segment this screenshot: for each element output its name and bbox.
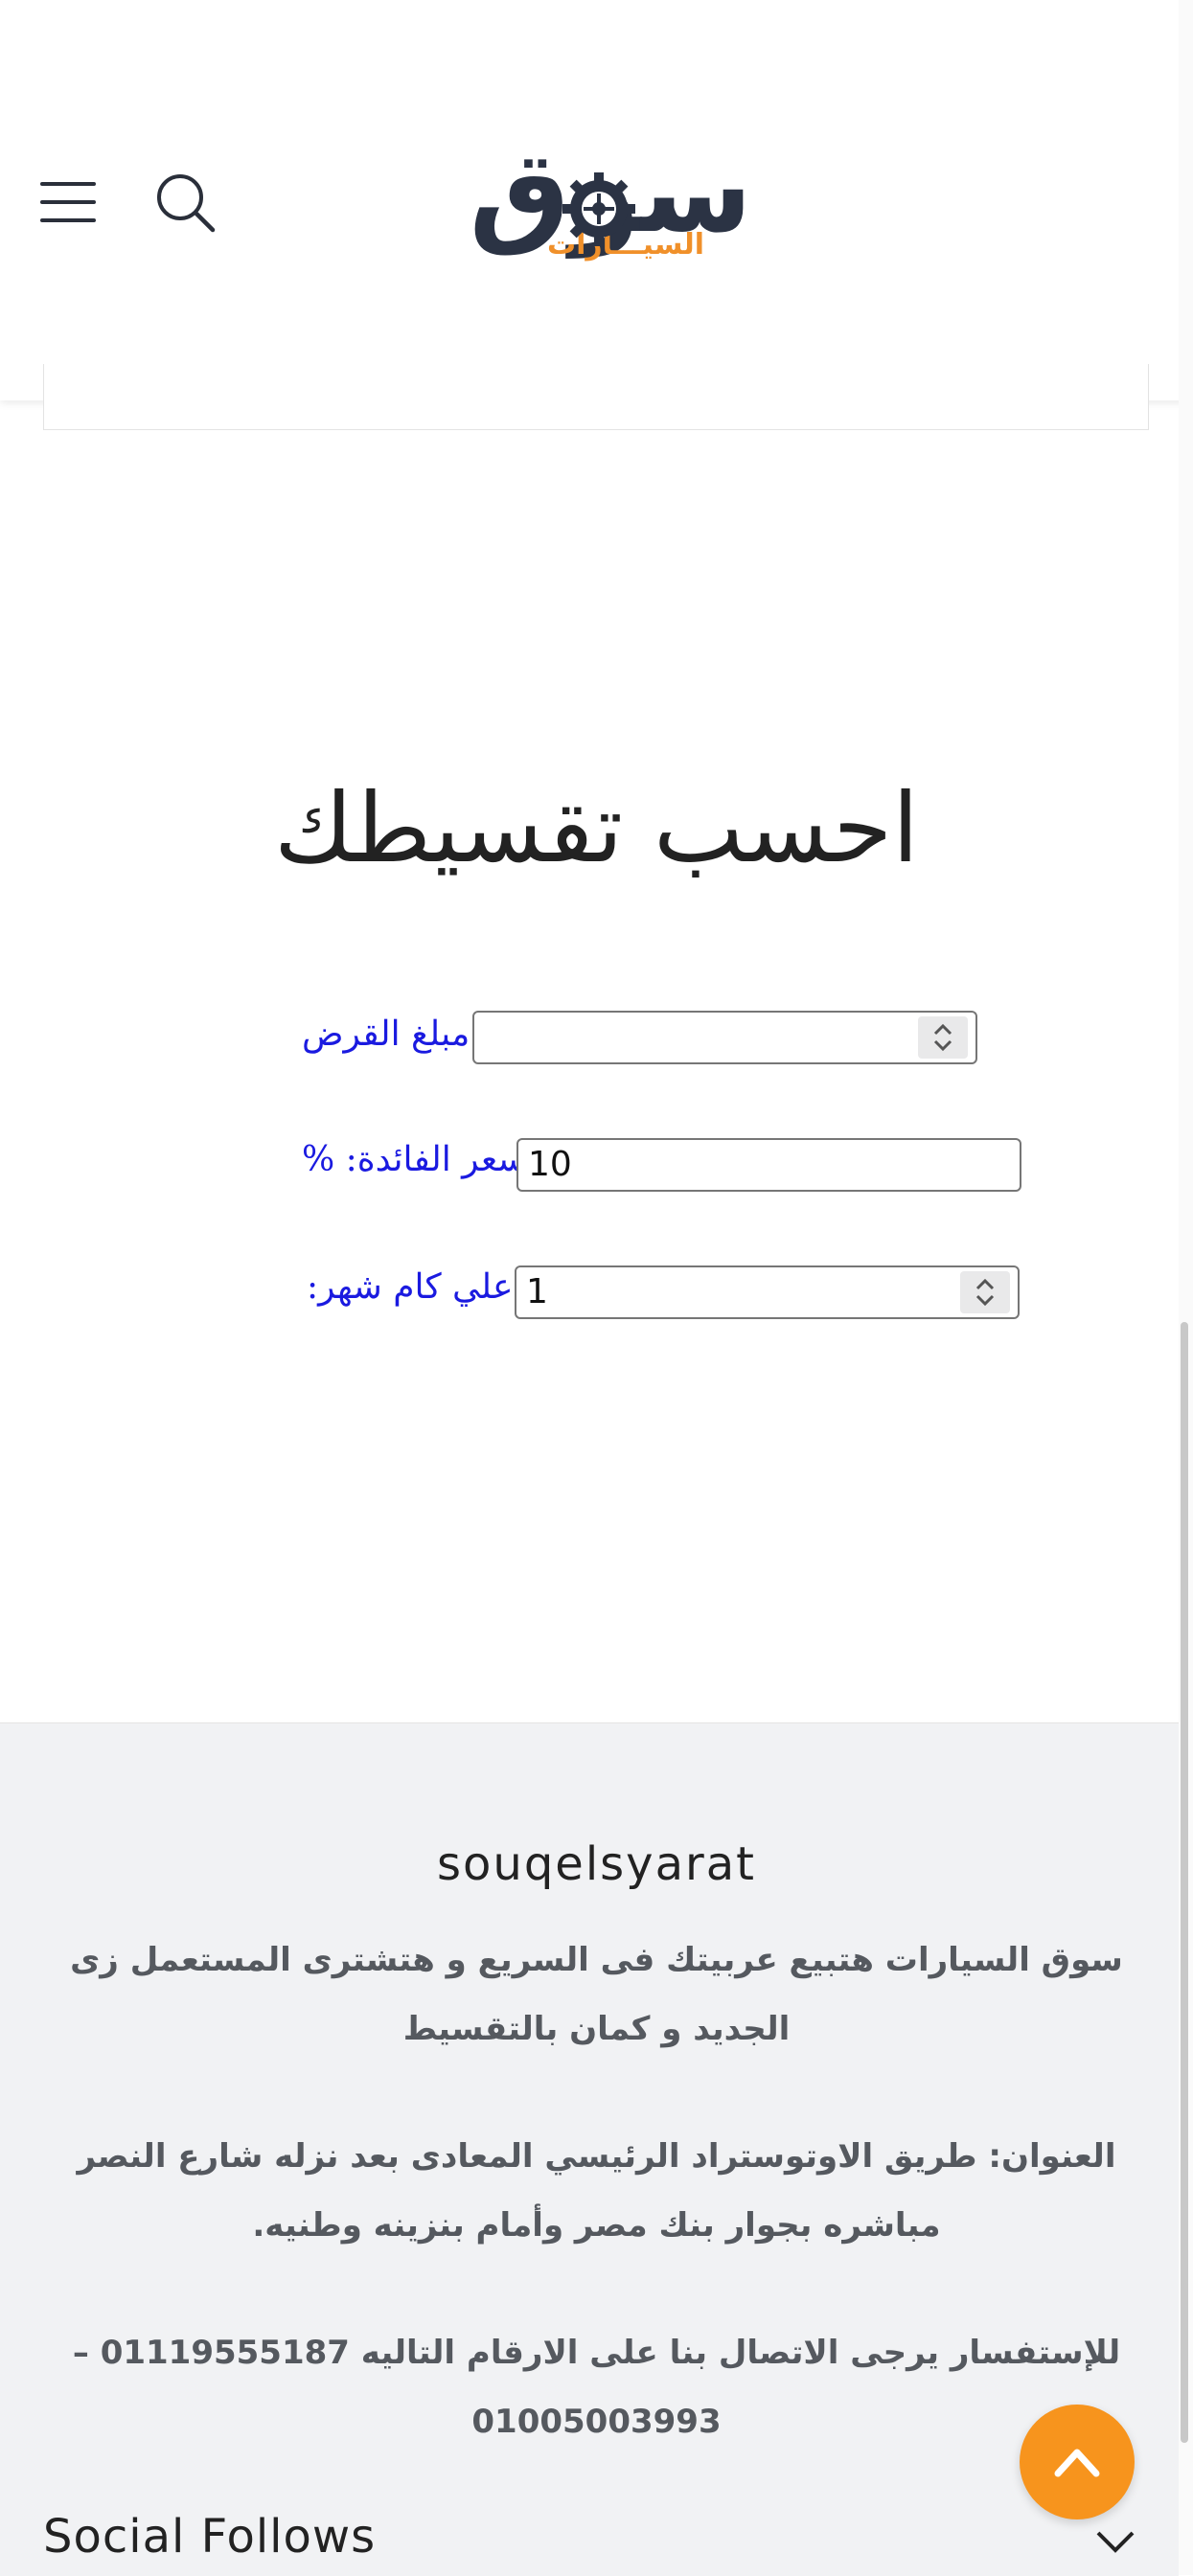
months-label: علي كام شهر:: [307, 1267, 514, 1307]
rate-row: سعر الفائدة: % 10: [297, 1138, 1025, 1196]
gear-icon: [562, 172, 635, 245]
footer-about: سوق السيارات هتبيع عربيتك فى السريع و هت…: [70, 1941, 1123, 2048]
footer-site-name: souqelsyarat: [437, 1837, 756, 1891]
interest-rate-value: 10: [528, 1145, 572, 1184]
interest-rate-label: سعر الفائدة: %: [302, 1140, 527, 1179]
interest-rate-input[interactable]: 10: [516, 1138, 1021, 1192]
calculator-title: احسب تقسيطك: [274, 772, 919, 884]
footer-contact: للإستفسار يرجى الاتصال بنا على الارقام ا…: [72, 2334, 1121, 2441]
footer-address: العنوان: طريق الاوتوستراد الرئيسي المعاد…: [77, 2137, 1116, 2245]
back-to-top-button[interactable]: [1020, 2405, 1135, 2519]
social-follows-heading[interactable]: Social Follows: [43, 2510, 376, 2564]
stepper-arrows-icon: [975, 1278, 995, 1307]
stepper-arrows-icon: [933, 1023, 952, 1052]
chevron-up-icon: [1054, 2449, 1100, 2477]
chevron-down-icon[interactable]: [1094, 2527, 1136, 2556]
loan-row: مبلغ القرض: [297, 1011, 987, 1068]
months-value: 1: [526, 1272, 548, 1311]
site-header: سوق السيـــارات: [0, 0, 1193, 400]
loan-amount-label: مبلغ القرض: [302, 1014, 470, 1054]
menu-icon[interactable]: [40, 182, 96, 222]
site-logo[interactable]: سوق السيـــارات: [446, 134, 752, 268]
months-input[interactable]: 1: [515, 1265, 1020, 1319]
search-icon[interactable]: [153, 171, 217, 234]
content-box: [43, 364, 1149, 430]
loan-amount-input[interactable]: [472, 1011, 977, 1064]
scrollbar-thumb[interactable]: [1181, 1322, 1188, 2443]
months-stepper[interactable]: [960, 1271, 1010, 1313]
loan-amount-stepper[interactable]: [918, 1016, 968, 1059]
months-row: علي كام شهر: 1: [297, 1265, 1025, 1323]
